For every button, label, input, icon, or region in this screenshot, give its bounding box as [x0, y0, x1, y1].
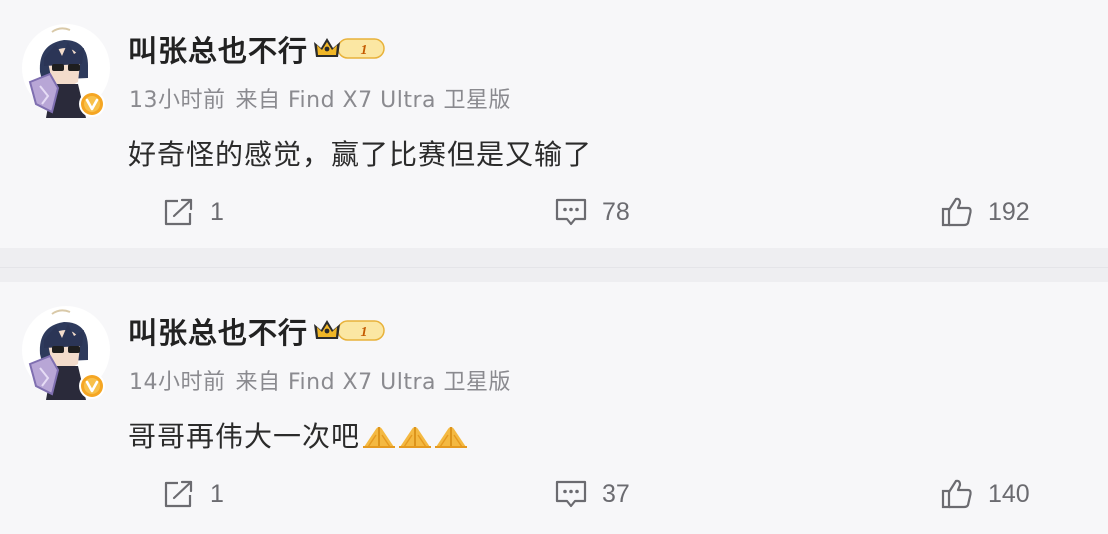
verified-badge-icon — [79, 91, 105, 117]
comment-count: 37 — [602, 479, 630, 508]
fan-level-badge: 1 — [314, 38, 385, 59]
thumbs-up-icon — [941, 197, 972, 227]
pray-hands-icon — [363, 427, 396, 448]
comment-item: 叫张总也不行 1 14小时前 来自 Find X7 Ultra 卫星版 哥哥再伟大… — [0, 282, 1108, 530]
thumbs-up-icon — [941, 479, 972, 509]
post-meta: 14小时前 来自 Find X7 Ultra 卫星版 — [129, 364, 511, 396]
post-source: 来自 Find X7 Ultra 卫星版 — [235, 370, 511, 395]
like-button[interactable]: 192 — [940, 194, 1030, 230]
comment-icon — [555, 480, 587, 508]
verified-badge-icon — [79, 373, 105, 399]
comment-icon — [555, 198, 587, 226]
username[interactable]: 叫张总也不行 — [128, 310, 308, 352]
post-time: 13小时前 — [129, 88, 226, 113]
comment-item: 叫张总也不行 1 13小时前 来自 Find X7 Ultra 卫星版 好奇怪的感… — [0, 0, 1108, 248]
fan-level-badge: 1 — [314, 320, 385, 341]
comment-text-body: 好奇怪的感觉，赢了比赛但是又输了 — [128, 138, 593, 171]
comment-button[interactable]: 78 — [554, 194, 630, 230]
repost-count: 1 — [210, 197, 224, 226]
repost-icon — [164, 480, 193, 508]
like-count: 192 — [988, 197, 1030, 226]
like-count: 140 — [988, 479, 1030, 508]
comment-feed: 叫张总也不行 1 13小时前 来自 Find X7 Ultra 卫星版 好奇怪的感… — [0, 0, 1108, 534]
comment-text: 哥哥再伟大一次吧 — [128, 415, 468, 455]
fan-level-number: 1 — [361, 43, 368, 58]
fan-level-number: 1 — [361, 325, 368, 340]
username[interactable]: 叫张总也不行 — [128, 28, 308, 70]
pray-hands-icon — [399, 427, 432, 448]
like-button[interactable]: 140 — [940, 476, 1030, 512]
repost-count: 1 — [210, 479, 224, 508]
comment-button[interactable]: 37 — [554, 476, 630, 512]
repost-icon — [164, 198, 193, 226]
post-source: 来自 Find X7 Ultra 卫星版 — [235, 88, 511, 113]
comment-divider — [0, 248, 1108, 282]
comment-text-body: 哥哥再伟大一次吧 — [128, 420, 361, 453]
comment-count: 78 — [602, 197, 630, 226]
post-time: 14小时前 — [129, 370, 226, 395]
avatar[interactable] — [22, 304, 114, 402]
repost-button[interactable]: 1 — [162, 194, 224, 230]
avatar[interactable] — [22, 22, 114, 120]
pray-hands-icon — [435, 427, 468, 448]
comment-text: 好奇怪的感觉，赢了比赛但是又输了 — [128, 133, 592, 173]
repost-button[interactable]: 1 — [162, 476, 224, 512]
post-meta: 13小时前 来自 Find X7 Ultra 卫星版 — [129, 82, 511, 114]
